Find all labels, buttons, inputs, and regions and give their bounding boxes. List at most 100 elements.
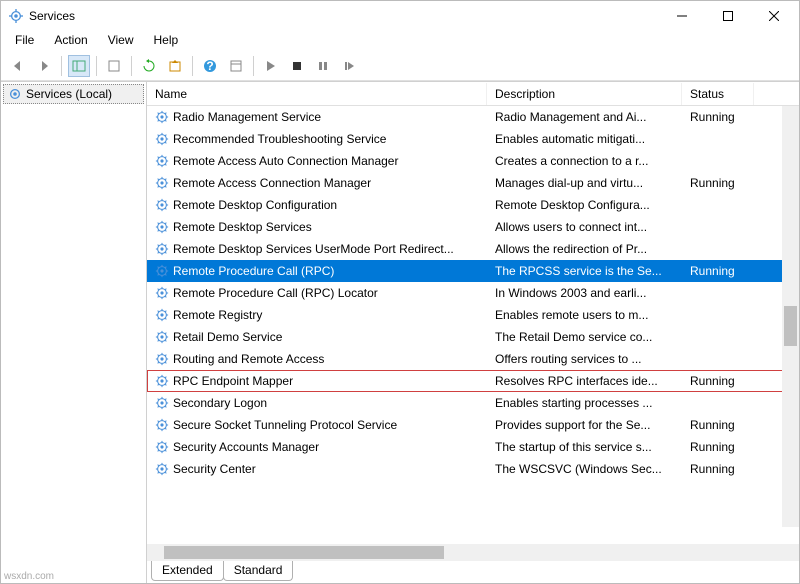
gear-icon — [155, 374, 169, 388]
gear-icon — [155, 132, 169, 146]
column-header-description[interactable]: Description — [487, 83, 682, 105]
service-row[interactable]: Secure Socket Tunneling Protocol Service… — [147, 414, 799, 436]
properties-button[interactable] — [225, 55, 247, 77]
service-row[interactable]: Security CenterThe WSCSVC (Windows Sec..… — [147, 458, 799, 480]
gear-icon — [155, 176, 169, 190]
gear-icon — [155, 154, 169, 168]
service-row[interactable]: Remote Desktop ConfigurationRemote Deskt… — [147, 194, 799, 216]
tree-node-label: Services (Local) — [26, 87, 112, 101]
gear-icon — [155, 286, 169, 300]
menu-action[interactable]: Action — [44, 31, 97, 51]
service-name: Security Accounts Manager — [173, 440, 319, 454]
scrollbar-thumb[interactable] — [164, 546, 444, 559]
scrollbar-thumb[interactable] — [784, 306, 797, 346]
column-header-status[interactable]: Status — [682, 83, 754, 105]
column-header-name[interactable]: Name — [147, 83, 487, 105]
start-service-button[interactable] — [260, 55, 282, 77]
maximize-button[interactable] — [705, 1, 751, 31]
toolbar-separator — [253, 56, 254, 76]
gear-icon — [155, 220, 169, 234]
tab-standard[interactable]: Standard — [223, 561, 294, 581]
service-status-cell: Running — [682, 372, 754, 390]
service-row[interactable]: Remote Desktop Services Allows users to c… — [147, 216, 799, 238]
stop-service-button[interactable] — [286, 55, 308, 77]
toolbar-separator — [131, 56, 132, 76]
show-hide-tree-button[interactable] — [68, 55, 90, 77]
service-row[interactable]: Remote Procedure Call (RPC)The RPCSS ser… — [147, 260, 799, 282]
service-row[interactable]: Security Accounts Manager The startup of … — [147, 436, 799, 458]
service-name-cell: Remote Procedure Call (RPC) — [147, 262, 487, 280]
gear-icon — [155, 462, 169, 476]
service-status-cell: Running — [682, 174, 754, 192]
service-name-cell: Remote Desktop Services UserMode Port Re… — [147, 240, 487, 258]
export-button[interactable] — [164, 55, 186, 77]
menu-view[interactable]: View — [98, 31, 144, 51]
tree-node-services-local[interactable]: Services (Local) — [3, 84, 144, 104]
service-name-cell: Secure Socket Tunneling Protocol Service — [147, 416, 487, 434]
app-icon — [9, 9, 23, 23]
service-name: Remote Desktop Services UserMode Port Re… — [173, 242, 454, 256]
gear-icon — [155, 440, 169, 454]
menu-file[interactable]: File — [5, 31, 44, 51]
service-description-cell: The WSCSVC (Windows Sec... — [487, 460, 682, 478]
pause-service-button[interactable] — [312, 55, 334, 77]
service-row[interactable]: Retail Demo ServiceThe Retail Demo servi… — [147, 326, 799, 348]
svg-text:?: ? — [206, 59, 213, 73]
service-name: Radio Management Service — [173, 110, 321, 124]
service-row[interactable]: Remote Access Auto Connection ManagerCre… — [147, 150, 799, 172]
service-row[interactable]: Secondary LogonEnables starting processe… — [147, 392, 799, 414]
service-name: Remote Procedure Call (RPC) Locator — [173, 286, 378, 300]
gear-icon — [155, 242, 169, 256]
service-status-cell: Running — [682, 438, 754, 456]
back-button[interactable] — [7, 55, 29, 77]
close-button[interactable] — [751, 1, 797, 31]
title-bar: Services — [1, 1, 799, 31]
service-status-cell — [682, 247, 754, 251]
forward-button[interactable] — [33, 55, 55, 77]
horizontal-scrollbar[interactable] — [147, 544, 799, 561]
export-list-button[interactable] — [103, 55, 125, 77]
service-status-cell — [682, 401, 754, 405]
service-row[interactable]: Remote Procedure Call (RPC) LocatorIn Wi… — [147, 282, 799, 304]
service-name-cell: Remote Access Connection Manager — [147, 174, 487, 192]
service-row[interactable]: Recommended Troubleshooting ServiceEnabl… — [147, 128, 799, 150]
refresh-button[interactable] — [138, 55, 160, 77]
service-name-cell: Security Center — [147, 460, 487, 478]
minimize-button[interactable] — [659, 1, 705, 31]
service-description-cell: Resolves RPC interfaces ide... — [487, 372, 682, 390]
tab-extended[interactable]: Extended — [151, 561, 224, 581]
service-status-cell: Running — [682, 262, 754, 280]
service-row[interactable]: RPC Endpoint MapperResolves RPC interfac… — [147, 370, 799, 392]
restart-service-button[interactable] — [338, 55, 360, 77]
toolbar: ? — [1, 51, 799, 81]
service-status-cell — [682, 225, 754, 229]
service-name: Remote Desktop Services — [173, 220, 312, 234]
service-row[interactable]: Remote RegistryEnables remote users to m… — [147, 304, 799, 326]
menu-bar: File Action View Help — [1, 31, 799, 51]
vertical-scrollbar[interactable] — [782, 106, 799, 527]
service-name-cell: Remote Desktop Configuration — [147, 196, 487, 214]
menu-help[interactable]: Help — [144, 31, 189, 51]
gear-icon — [155, 418, 169, 432]
service-name: Remote Desktop Configuration — [173, 198, 337, 212]
services-icon — [8, 87, 22, 101]
list-header: Name Description Status — [147, 82, 799, 106]
service-name: Routing and Remote Access — [173, 352, 324, 366]
service-description-cell: Provides support for the Se... — [487, 416, 682, 434]
gear-icon — [155, 264, 169, 278]
gear-icon — [155, 330, 169, 344]
service-name-cell: Remote Access Auto Connection Manager — [147, 152, 487, 170]
service-name-cell: Remote Registry — [147, 306, 487, 324]
service-description-cell: Creates a connection to a r... — [487, 152, 682, 170]
toolbar-separator — [61, 56, 62, 76]
service-row[interactable]: Routing and Remote AccessOffers routing … — [147, 348, 799, 370]
services-list: Name Description Status Radio Management… — [147, 82, 799, 544]
service-description-cell: Allows users to connect int... — [487, 218, 682, 236]
service-row[interactable]: Radio Management ServiceRadio Management… — [147, 106, 799, 128]
service-row[interactable]: Remote Access Connection ManagerManages … — [147, 172, 799, 194]
tree-sidebar: Services (Local) — [1, 82, 147, 583]
service-row[interactable]: Remote Desktop Services UserMode Port Re… — [147, 238, 799, 260]
service-description-cell: The startup of this service s... — [487, 438, 682, 456]
help-button[interactable]: ? — [199, 55, 221, 77]
main-pane: Name Description Status Radio Management… — [147, 82, 799, 583]
